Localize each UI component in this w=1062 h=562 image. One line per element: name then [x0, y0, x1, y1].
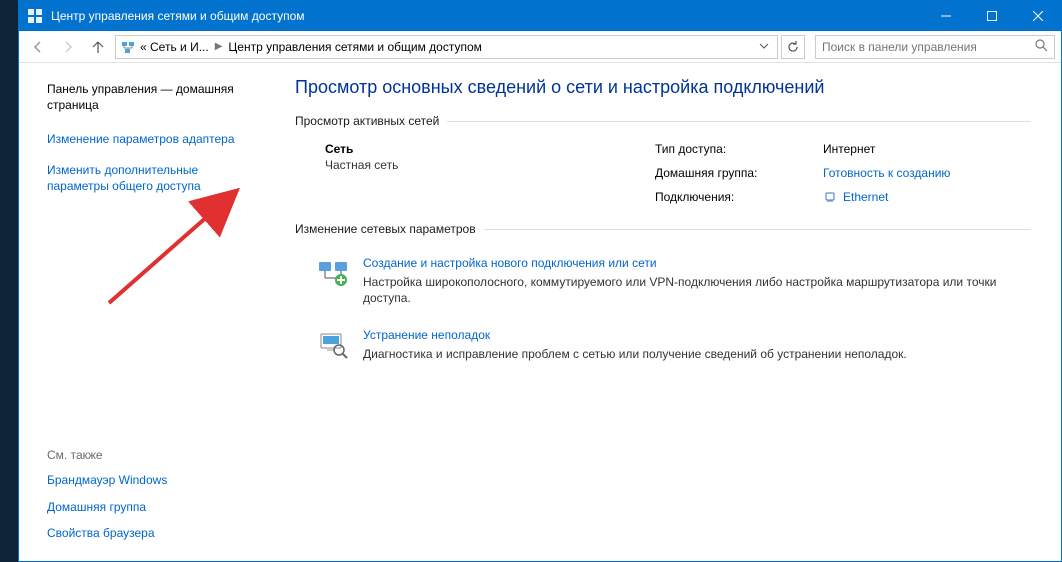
section-network-settings-label: Изменение сетевых параметров — [295, 222, 476, 236]
task-new-connection-desc: Настройка широкополосного, коммутируемог… — [363, 274, 1003, 306]
task-new-connection: Создание и настройка нового подключения … — [317, 256, 1031, 306]
network-type: Частная сеть — [325, 158, 655, 172]
address-dropdown-icon[interactable] — [755, 40, 773, 54]
app-icon — [27, 8, 43, 24]
sidebar-link-adapter-settings[interactable]: Изменение параметров адаптера — [47, 131, 263, 147]
minimize-button[interactable] — [923, 1, 969, 31]
address-bar[interactable]: « Сеть и И... ▶ Центр управления сетями … — [115, 35, 778, 59]
sidebar-home[interactable]: Панель управления — домашняя страница — [47, 81, 263, 113]
connection-link[interactable]: Ethernet — [843, 190, 888, 204]
desktop-strip — [0, 0, 18, 562]
search-icon — [1034, 38, 1048, 55]
window: Центр управления сетями и общим доступом — [18, 0, 1062, 562]
seealso-link-homegroup[interactable]: Домашняя группа — [47, 499, 263, 515]
sidebar-link-advanced-sharing[interactable]: Изменить дополнительные параметры общего… — [47, 162, 263, 194]
breadcrumb-part-2[interactable]: Центр управления сетями и общим доступом — [228, 40, 482, 54]
network-identity: Сеть Частная сеть — [325, 142, 655, 172]
task-troubleshoot-body: Устранение неполадок Диагностика и испра… — [363, 328, 907, 362]
network-name: Сеть — [325, 142, 655, 156]
network-details: Тип доступа: Интернет Домашняя группа: Г… — [655, 142, 1031, 204]
chevron-right-icon: ▶ — [213, 41, 225, 52]
seealso-link-browser-properties[interactable]: Свойства браузера — [47, 525, 263, 541]
sidebar: Панель управления — домашняя страница Из… — [19, 63, 277, 561]
section-active-networks: Просмотр активных сетей — [295, 114, 1031, 128]
section-network-settings: Изменение сетевых параметров — [295, 222, 1031, 236]
troubleshoot-icon — [317, 328, 349, 360]
refresh-button[interactable] — [781, 35, 805, 59]
tasks: Создание и настройка нового подключения … — [295, 250, 1031, 363]
breadcrumb-part-1[interactable]: « Сеть и И... — [140, 40, 209, 54]
window-controls — [923, 1, 1061, 31]
main-content: Просмотр основных сведений о сети и наст… — [277, 63, 1061, 561]
search-input[interactable] — [822, 40, 1034, 54]
ethernet-icon — [823, 190, 837, 204]
task-new-connection-body: Создание и настройка нового подключения … — [363, 256, 1003, 306]
access-type-value: Интернет — [823, 142, 1031, 156]
task-troubleshoot: Устранение неполадок Диагностика и испра… — [317, 328, 1031, 362]
task-troubleshoot-link[interactable]: Устранение неполадок — [363, 328, 490, 342]
page-heading: Просмотр основных сведений о сети и наст… — [295, 77, 1031, 98]
window-title: Центр управления сетями и общим доступом — [51, 9, 923, 23]
active-network: Сеть Частная сеть Тип доступа: Интернет … — [295, 142, 1031, 214]
up-button[interactable] — [85, 34, 111, 60]
new-connection-icon — [317, 256, 349, 288]
divider — [484, 229, 1031, 230]
back-button[interactable] — [25, 34, 51, 60]
homegroup-link[interactable]: Готовность к созданию — [823, 166, 950, 180]
seealso-link-firewall[interactable]: Брандмауэр Windows — [47, 472, 263, 488]
search-box[interactable] — [815, 35, 1055, 59]
seealso-label: См. также — [47, 448, 263, 462]
connections-label: Подключения: — [655, 190, 815, 204]
toolbar: « Сеть и И... ▶ Центр управления сетями … — [19, 31, 1061, 63]
section-active-networks-label: Просмотр активных сетей — [295, 114, 439, 128]
sidebar-seealso: См. также Брандмауэр Windows Домашняя гр… — [47, 448, 263, 551]
maximize-button[interactable] — [969, 1, 1015, 31]
close-button[interactable] — [1015, 1, 1061, 31]
access-type-label: Тип доступа: — [655, 142, 815, 156]
titlebar: Центр управления сетями и общим доступом — [19, 1, 1061, 31]
body: Панель управления — домашняя страница Из… — [19, 63, 1061, 561]
homegroup-label: Домашняя группа: — [655, 166, 815, 180]
forward-button[interactable] — [55, 34, 81, 60]
divider — [447, 121, 1031, 122]
task-troubleshoot-desc: Диагностика и исправление проблем с сеть… — [363, 346, 907, 362]
network-location-icon — [120, 39, 136, 55]
task-new-connection-link[interactable]: Создание и настройка нового подключения … — [363, 256, 657, 270]
